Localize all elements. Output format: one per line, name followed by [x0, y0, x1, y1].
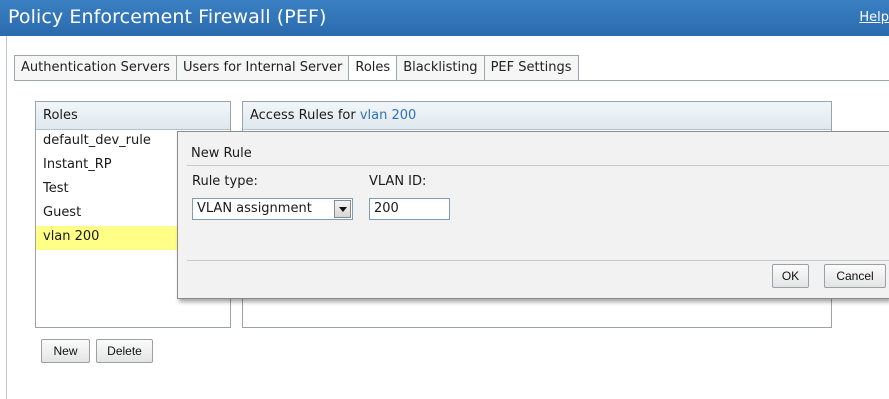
vlan-id-label: VLAN ID:	[369, 174, 427, 189]
chevron-down-icon[interactable]	[334, 200, 351, 218]
vlan-id-input[interactable]: 200	[369, 198, 450, 220]
tab-pef-settings[interactable]: PEF Settings	[483, 55, 579, 81]
dialog-divider	[187, 165, 889, 166]
tab-users-for-internal-server[interactable]: Users for Internal Server	[175, 55, 349, 81]
access-rules-header: Access Rules for vlan 200	[243, 102, 831, 130]
new-role-button[interactable]: New	[41, 339, 90, 363]
tab-authentication-servers[interactable]: Authentication Servers	[14, 55, 176, 81]
cancel-button[interactable]: Cancel	[824, 264, 886, 288]
dialog-title: New Rule	[191, 146, 252, 161]
rule-type-select[interactable]: VLAN assignment	[192, 198, 353, 220]
tab-blacklisting[interactable]: Blacklisting	[396, 55, 484, 81]
rule-type-label: Rule type:	[192, 174, 258, 189]
page-title: Policy Enforcement Firewall (PEF)	[8, 6, 327, 28]
tab-bar: Authentication Servers Users for Interna…	[14, 55, 579, 81]
help-link[interactable]: Help	[859, 10, 889, 25]
ok-button[interactable]: OK	[772, 264, 809, 288]
roles-header: Roles	[36, 102, 230, 130]
new-rule-dialog: New Rule Rule type: VLAN ID: VLAN assign…	[177, 131, 889, 299]
tab-divider	[14, 80, 889, 81]
tab-roles[interactable]: Roles	[348, 55, 397, 81]
access-rules-title: Access Rules for	[250, 108, 356, 123]
dialog-divider-bottom	[187, 260, 889, 261]
access-rules-role-name: vlan 200	[359, 108, 417, 123]
rule-type-value: VLAN assignment	[197, 201, 312, 216]
title-bar: Policy Enforcement Firewall (PEF) Help	[0, 0, 889, 36]
delete-role-button[interactable]: Delete	[96, 339, 153, 363]
